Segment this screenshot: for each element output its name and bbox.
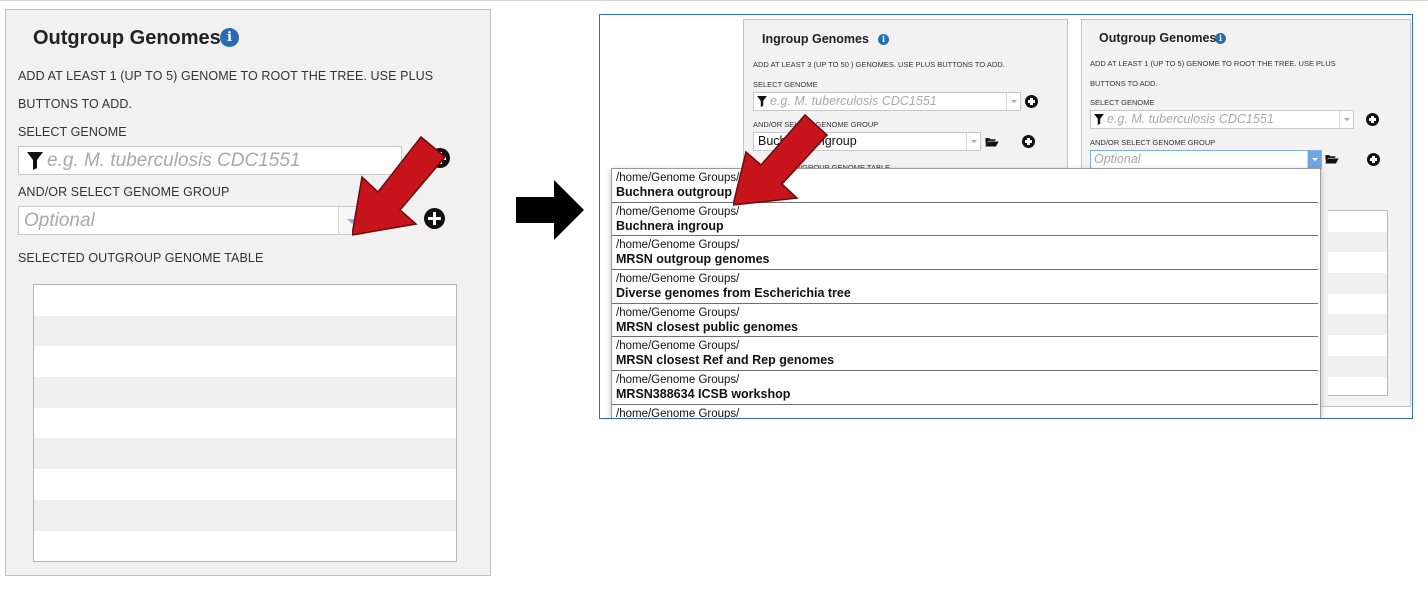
outgroup-genomes-panel: Outgroup Genomes i ADD AT LEAST 1 (UP TO… <box>5 9 491 576</box>
add-genome-group-button[interactable] <box>1022 135 1035 148</box>
option-path: /home/Genome Groups/ <box>616 374 740 387</box>
funnel-icon <box>757 96 767 107</box>
ingroup-title: Ingroup Genomes <box>762 32 869 46</box>
ingroup-instructions: ADD AT LEAST 3 (UP TO 50 ) GENOMES. USE … <box>753 60 1005 69</box>
dropdown-option[interactable]: /home/Genome Groups/ <box>612 405 1318 419</box>
add-genome-group-button[interactable] <box>1367 153 1380 166</box>
outgroup-genome-group-select[interactable]: Optional <box>1090 150 1322 169</box>
folder-open-icon[interactable] <box>985 137 999 147</box>
dropdown-screenshot: Ingroup Genomes i ADD AT LEAST 3 (UP TO … <box>599 14 1413 419</box>
add-genome-button[interactable] <box>1025 95 1038 108</box>
dropdown-option[interactable]: /home/Genome Groups/ Buchnera outgroup <box>612 169 1318 203</box>
table-row <box>1328 211 1387 232</box>
genome-group-placeholder: Optional <box>24 210 95 231</box>
option-path: /home/Genome Groups/ <box>616 239 740 252</box>
info-icon[interactable]: i <box>220 28 239 47</box>
dropdown-option[interactable]: /home/Genome Groups/ MRSN closest public… <box>612 304 1318 338</box>
select-group-label: AND/OR SELECT GENOME GROUP <box>18 185 230 199</box>
funnel-icon <box>1094 114 1104 125</box>
dropdown-toggle[interactable] <box>966 133 980 150</box>
genome-group-select[interactable]: Optional <box>18 206 364 235</box>
option-name: MRSN388634 ICSB workshop <box>616 387 791 402</box>
option-path: /home/Genome Groups/ <box>616 172 740 184</box>
red-arrow <box>352 135 447 236</box>
option-name: MRSN outgroup genomes <box>616 252 770 267</box>
option-path: /home/Genome Groups/ <box>616 273 740 286</box>
chevron-down-icon <box>1011 100 1017 103</box>
option-path: /home/Genome Groups/ <box>616 205 740 218</box>
table-row <box>34 285 456 316</box>
selected-outgroup-table <box>33 284 457 562</box>
genome-search-placeholder: e.g. M. tuberculosis CDC1551 <box>1107 112 1274 126</box>
dropdown-toggle[interactable] <box>1006 93 1020 110</box>
option-path: /home/Genome Groups/ <box>616 340 740 353</box>
outgroup-instructions-line-1: ADD AT LEAST 1 (UP TO 5) GENOME TO ROOT … <box>1090 59 1336 68</box>
genome-search-input[interactable]: e.g. M. tuberculosis CDC1551 <box>18 146 402 175</box>
table-row <box>1328 355 1387 377</box>
selected-outgroup-table <box>1328 210 1388 396</box>
dropdown-toggle[interactable] <box>1307 151 1321 168</box>
add-genome-button[interactable] <box>1366 113 1379 126</box>
table-row <box>34 438 456 470</box>
dropdown-toggle[interactable] <box>1339 111 1353 128</box>
dropdown-option[interactable]: /home/Genome Groups/ Buchnera ingroup <box>612 203 1318 237</box>
table-row <box>34 408 456 439</box>
option-path: /home/Genome Groups/ <box>616 407 740 419</box>
genome-group-placeholder: Optional <box>1094 152 1141 166</box>
option-name: MRSN closest Ref and Rep genomes <box>616 353 835 368</box>
select-genome-label: SELECT GENOME <box>1090 98 1155 107</box>
genome-search-placeholder: e.g. M. tuberculosis CDC1551 <box>770 94 937 108</box>
table-row <box>1328 273 1387 294</box>
table-row <box>1328 294 1387 315</box>
table-row <box>34 377 456 408</box>
table-row <box>1328 252 1387 273</box>
table-row <box>34 499 456 531</box>
chevron-down-icon <box>1312 158 1318 161</box>
table-label: SELECTED OUTGROUP GENOME TABLE <box>18 251 264 265</box>
dropdown-option[interactable]: /home/Genome Groups/ Diverse genomes fro… <box>612 270 1318 304</box>
folder-open-icon[interactable] <box>1325 154 1339 164</box>
table-row <box>1328 377 1387 398</box>
info-icon[interactable]: i <box>1215 33 1226 44</box>
dropdown-option[interactable]: /home/Genome Groups/ MRSN closest Ref an… <box>612 337 1318 372</box>
panel-title: Outgroup Genomes <box>33 27 221 49</box>
dropdown-option[interactable]: /home/Genome Groups/ MRSN outgroup genom… <box>612 236 1318 271</box>
option-name: Diverse genomes from Escherichia tree <box>616 286 851 301</box>
red-arrow <box>733 113 829 206</box>
select-genome-label: SELECT GENOME <box>753 80 818 89</box>
chevron-down-icon <box>1344 118 1350 121</box>
select-group-label: AND/OR SELECT GENOME GROUP <box>1090 138 1216 147</box>
genome-group-dropdown-list: /home/Genome Groups/ Buchnera outgroup /… <box>611 168 1321 419</box>
option-name: MRSN closest public genomes <box>616 319 798 334</box>
outgroup-title: Outgroup Genomes <box>1099 31 1217 45</box>
outgroup-genome-search-input[interactable]: e.g. M. tuberculosis CDC1551 <box>1090 110 1354 129</box>
select-genome-label: SELECT GENOME <box>18 125 127 139</box>
black-right-arrow <box>516 180 584 240</box>
funnel-icon <box>27 152 43 170</box>
table-row <box>1328 231 1387 253</box>
option-name: Buchnera outgroup <box>616 185 732 199</box>
instructions-line-2: BUTTONS TO ADD. <box>18 97 133 111</box>
ingroup-genome-search-input[interactable]: e.g. M. tuberculosis CDC1551 <box>753 92 1021 111</box>
top-divider <box>0 0 1428 1</box>
table-row <box>34 469 456 500</box>
chevron-down-icon <box>971 140 977 143</box>
table-row <box>1328 314 1387 336</box>
dropdown-option[interactable]: /home/Genome Groups/ MRSN388634 ICSB wor… <box>612 371 1318 405</box>
table-row <box>34 531 456 562</box>
table-row <box>1328 335 1387 356</box>
info-icon[interactable]: i <box>878 34 889 45</box>
option-path: /home/Genome Groups/ <box>616 306 740 319</box>
table-row <box>34 315 456 347</box>
genome-search-placeholder: e.g. M. tuberculosis CDC1551 <box>47 150 301 171</box>
table-row <box>34 346 456 377</box>
option-name: Buchnera ingroup <box>616 218 724 233</box>
instructions-line-1: ADD AT LEAST 1 (UP TO 5) GENOME TO ROOT … <box>18 69 434 83</box>
outgroup-instructions-line-2: BUTTONS TO ADD. <box>1090 79 1158 88</box>
